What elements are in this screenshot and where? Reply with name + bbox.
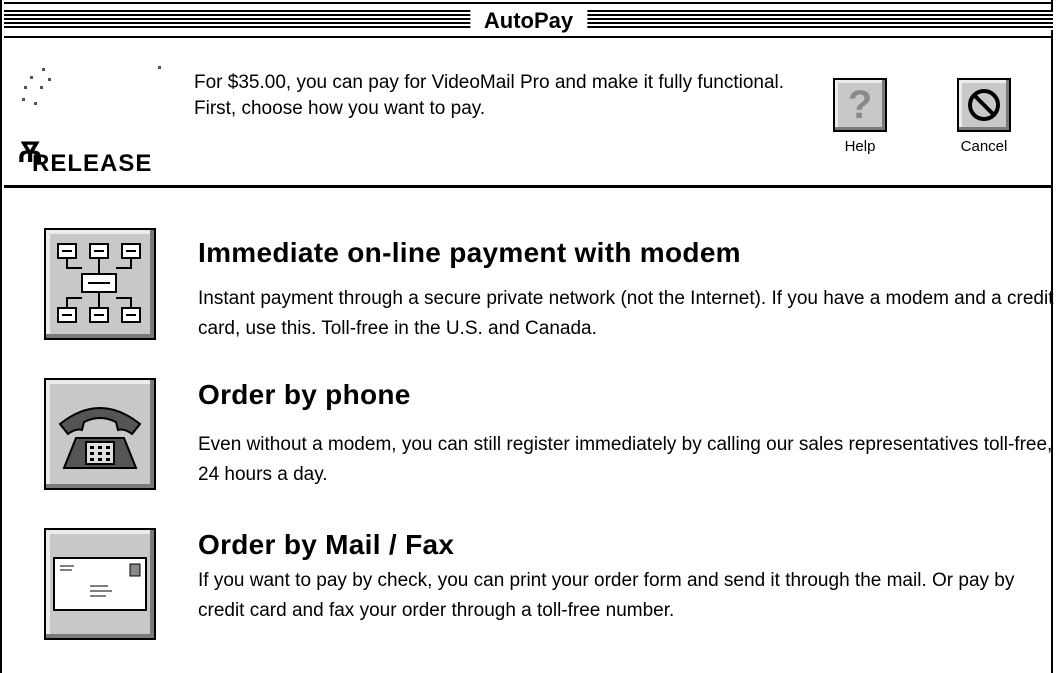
help-icon[interactable]: ?: [833, 78, 887, 132]
phone-option-title[interactable]: Order by phone: [198, 378, 411, 412]
modem-option-description: Instant payment through a secure private…: [198, 288, 1054, 339]
title-bar[interactable]: AutoPay: [4, 2, 1053, 38]
network-icon[interactable]: [44, 228, 156, 340]
release-logo: Ѫ RELEASE: [18, 66, 178, 177]
cancel-icon[interactable]: [957, 78, 1011, 132]
header-panel: Ѫ RELEASE For $35.00, you can pay for Vi…: [4, 40, 1053, 188]
modem-option-title[interactable]: Immediate on-line payment with modem: [198, 236, 741, 270]
logo-text: RELEASE: [32, 150, 153, 177]
phone-option-description: Even without a modem, you can still regi…: [198, 434, 1053, 485]
envelope-icon[interactable]: [44, 528, 156, 640]
window-title: AutoPay: [469, 8, 588, 34]
mail-option-title[interactable]: Order by Mail / Fax: [198, 528, 454, 562]
help-label: Help: [844, 138, 876, 155]
help-button[interactable]: ? Help: [832, 78, 888, 155]
telephone-icon[interactable]: [44, 378, 156, 490]
cancel-button[interactable]: Cancel: [956, 78, 1012, 155]
cancel-label: Cancel: [960, 138, 1008, 155]
autopay-window: AutoPay Ѫ RELEASE For $35.00, you can pa…: [0, 0, 1053, 673]
mail-option-description: If you want to pay by check, you can pri…: [198, 570, 1015, 621]
intro-text: For $35.00, you can pay for VideoMail Pr…: [194, 72, 785, 119]
